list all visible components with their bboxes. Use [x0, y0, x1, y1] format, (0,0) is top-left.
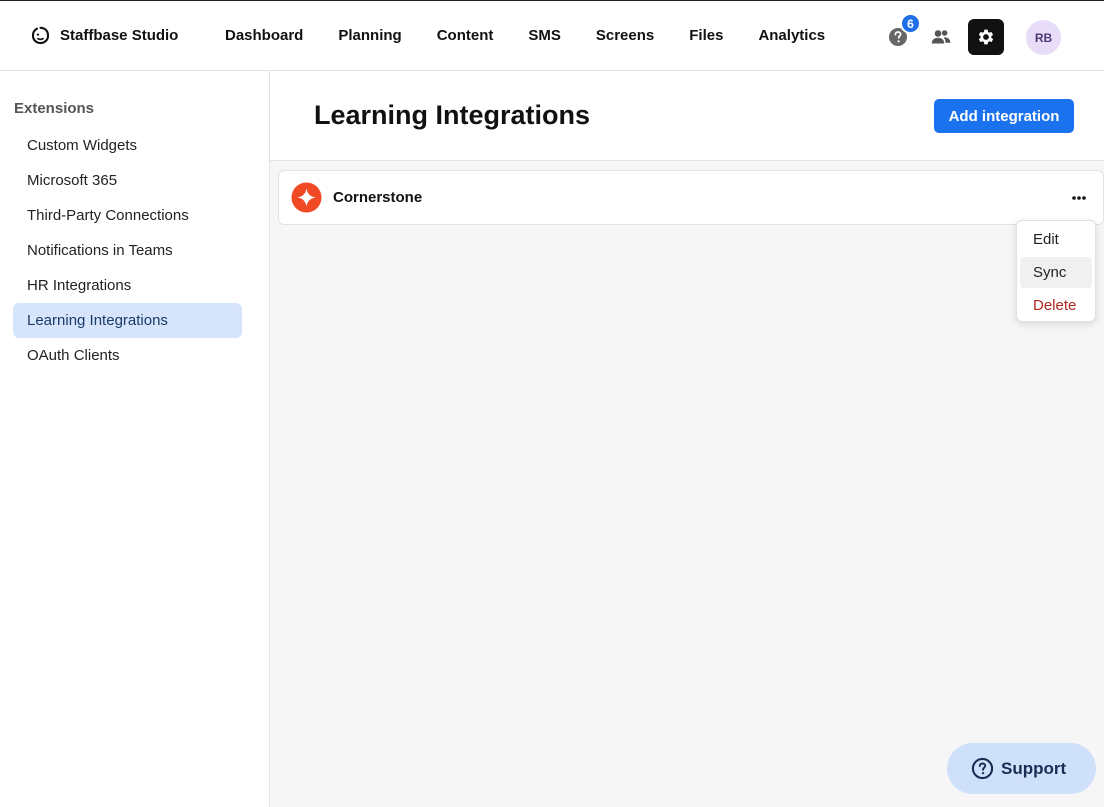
brand[interactable]: Staffbase Studio	[30, 25, 178, 46]
nav-dashboard[interactable]: Dashboard	[225, 27, 303, 44]
nav-planning[interactable]: Planning	[338, 27, 401, 44]
integration-card[interactable]: Cornerstone	[278, 170, 1104, 225]
menu-item-edit[interactable]: Edit	[1020, 224, 1092, 255]
page-title: Learning Integrations	[314, 100, 591, 130]
sidebar-item-learning-integrations[interactable]: Learning Integrations	[13, 303, 242, 338]
user-avatar[interactable]: RB	[1026, 20, 1061, 55]
sidebar-item-third-party-connections[interactable]: Third-Party Connections	[13, 198, 242, 233]
staffbase-logo-icon	[31, 26, 50, 45]
question-circle-icon	[971, 757, 994, 780]
nav-content[interactable]: Content	[437, 27, 494, 44]
integration-context-menu: Edit Sync Delete	[1016, 220, 1096, 322]
more-horizontal-icon	[1072, 196, 1086, 200]
add-integration-button[interactable]: Add integration	[934, 99, 1074, 133]
sidebar-list: Custom Widgets Microsoft 365 Third-Party…	[13, 128, 242, 373]
sidebar-item-microsoft-365[interactable]: Microsoft 365	[13, 163, 242, 198]
top-navigation-bar: Staffbase Studio Dashboard Planning Cont…	[0, 0, 1104, 71]
menu-item-sync[interactable]: Sync	[1020, 257, 1092, 288]
sidebar-item-notifications-in-teams[interactable]: Notifications in Teams	[13, 233, 242, 268]
cornerstone-logo-icon	[291, 182, 322, 213]
menu-item-delete[interactable]: Delete	[1020, 290, 1092, 321]
sidebar-heading: Extensions	[14, 100, 95, 117]
integration-list-area: Cornerstone Edit Sync Delete	[270, 161, 1104, 807]
support-label: Support	[1001, 759, 1067, 778]
sidebar-item-custom-widgets[interactable]: Custom Widgets	[13, 128, 242, 163]
nav-files[interactable]: Files	[689, 27, 723, 44]
people-button[interactable]	[930, 26, 952, 48]
more-options-button[interactable]	[1069, 188, 1089, 208]
sidebar: Extensions Custom Widgets Microsoft 365 …	[0, 71, 270, 807]
sidebar-item-hr-integrations[interactable]: HR Integrations	[13, 268, 242, 303]
nav-sms[interactable]: SMS	[528, 27, 561, 44]
nav-analytics[interactable]: Analytics	[758, 27, 825, 44]
settings-button[interactable]	[968, 19, 1004, 55]
integration-name: Cornerstone	[333, 189, 423, 206]
main-nav: Dashboard Planning Content SMS Screens F…	[225, 27, 860, 44]
app-name: Staffbase Studio	[60, 27, 179, 44]
gear-icon	[978, 29, 994, 45]
people-icon	[931, 30, 951, 44]
notification-badge: 6	[900, 13, 921, 34]
sidebar-item-oauth-clients[interactable]: OAuth Clients	[13, 338, 242, 373]
support-button[interactable]: Support	[947, 743, 1096, 794]
page-header: Learning Integrations Add integration	[270, 71, 1104, 161]
nav-screens[interactable]: Screens	[596, 27, 654, 44]
